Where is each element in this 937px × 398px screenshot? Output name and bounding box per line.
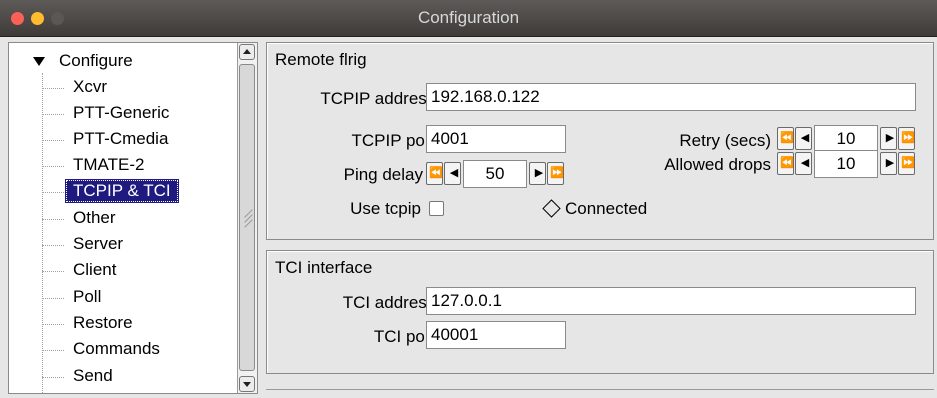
tree-branch-line [42,114,64,115]
caret-down-icon[interactable] [33,57,45,66]
tcpip-address-label: TCPIP address: [320,89,440,108]
fast-back-icon[interactable]: ⏪ [426,162,443,185]
tree-item-label: TMATE-2 [73,155,145,174]
scroll-thumb[interactable] [239,64,255,371]
tree-item-label: Poll [73,287,102,306]
connected-indicator-icon [542,199,561,218]
tree-branch-line [42,166,64,167]
tree-item-label: Commands [73,339,160,358]
use-tcpip-checkbox[interactable] [429,201,444,216]
tree-item-label: PTT-Cmedia [73,129,169,148]
fast-forward-icon[interactable]: ⏩ [898,127,915,150]
forward-icon[interactable]: ▶ [880,152,897,175]
fast-back-icon[interactable]: ⏪ [777,127,794,150]
forward-icon[interactable]: ▶ [529,162,546,185]
tree-item-label: Server [73,234,124,253]
allowed-drops-label: Allowed drops [664,155,771,174]
fast-forward-icon[interactable]: ⏩ [547,162,564,185]
retry-label: Retry (secs) [679,131,771,150]
forward-icon[interactable]: ▶ [880,127,897,150]
tree-scrollbar[interactable] [237,43,257,393]
tree-item-label: Restore [73,313,133,332]
retry-value[interactable]: 10 [814,125,878,153]
scroll-up-button[interactable] [239,44,255,60]
tree-item-label: Other [73,208,116,227]
arrow-up-icon [243,49,251,54]
tree-root-label: Configure [59,51,133,70]
tree-branch-line [42,324,64,325]
tree-item-label: Xcvr [73,77,107,96]
tci-address-input[interactable]: 127.0.0.1 [426,287,916,315]
ping-delay-spinner: ⏪ ◀ 50 ▶ ⏩ [426,160,564,188]
remote-flrig-group: Remote flrig TCPIP address: 192.168.0.12… [266,42,934,240]
tcpip-address-input[interactable]: 192.168.0.122 [426,83,916,111]
tci-interface-group: TCI interface TCI address: 127.0.0.1 TCI… [266,250,934,374]
tci-port-input[interactable]: 40001 [426,321,566,349]
tree-branch-line [42,219,64,220]
window-title: Configuration [417,8,520,27]
tree-branch-line [42,350,64,351]
config-tree: Configure Xcvr PTT-Generic PTT-Cmedia TM… [8,42,258,394]
tree-branch-line [42,298,64,299]
title-bar: Configuration [0,0,937,37]
tree-item-label: Send [73,366,113,385]
tree-branch-line [42,245,64,246]
ping-delay-value[interactable]: 50 [463,160,527,188]
fast-back-icon[interactable]: ⏪ [777,152,794,175]
tree-item-label: PTT-Generic [73,103,170,122]
divider [266,389,934,390]
tree-branch-line [42,192,64,193]
tree-item-label: TCPIP & TCI [65,179,179,203]
tree-branch-line [42,88,64,89]
connected-label: Connected [565,199,648,218]
ping-delay-label: Ping delay [343,165,423,184]
tree-item-label: Client [73,260,117,279]
scroll-down-button[interactable] [239,376,255,392]
back-icon[interactable]: ◀ [444,162,461,185]
tree-branch-line [42,140,64,141]
group-heading: Remote flrig [275,50,367,69]
use-tcpip-label: Use tcpip [350,199,421,218]
allowed-drops-spinner: ⏪ ◀ 10 ▶ ⏩ [777,150,915,178]
tree-branch-line [42,271,64,272]
tree-branch-line [42,377,64,378]
back-icon[interactable]: ◀ [795,152,812,175]
group-heading: TCI interface [275,258,373,277]
tcpip-port-input[interactable]: 4001 [426,125,566,153]
back-icon[interactable]: ◀ [795,127,812,150]
allowed-drops-value[interactable]: 10 [814,150,878,178]
tree-connector-line [42,73,43,393]
fast-forward-icon[interactable]: ⏩ [898,152,915,175]
tree-root-configure[interactable]: Configure [9,49,239,73]
arrow-down-icon [243,382,251,387]
retry-spinner: ⏪ ◀ 10 ▶ ⏩ [777,125,915,153]
